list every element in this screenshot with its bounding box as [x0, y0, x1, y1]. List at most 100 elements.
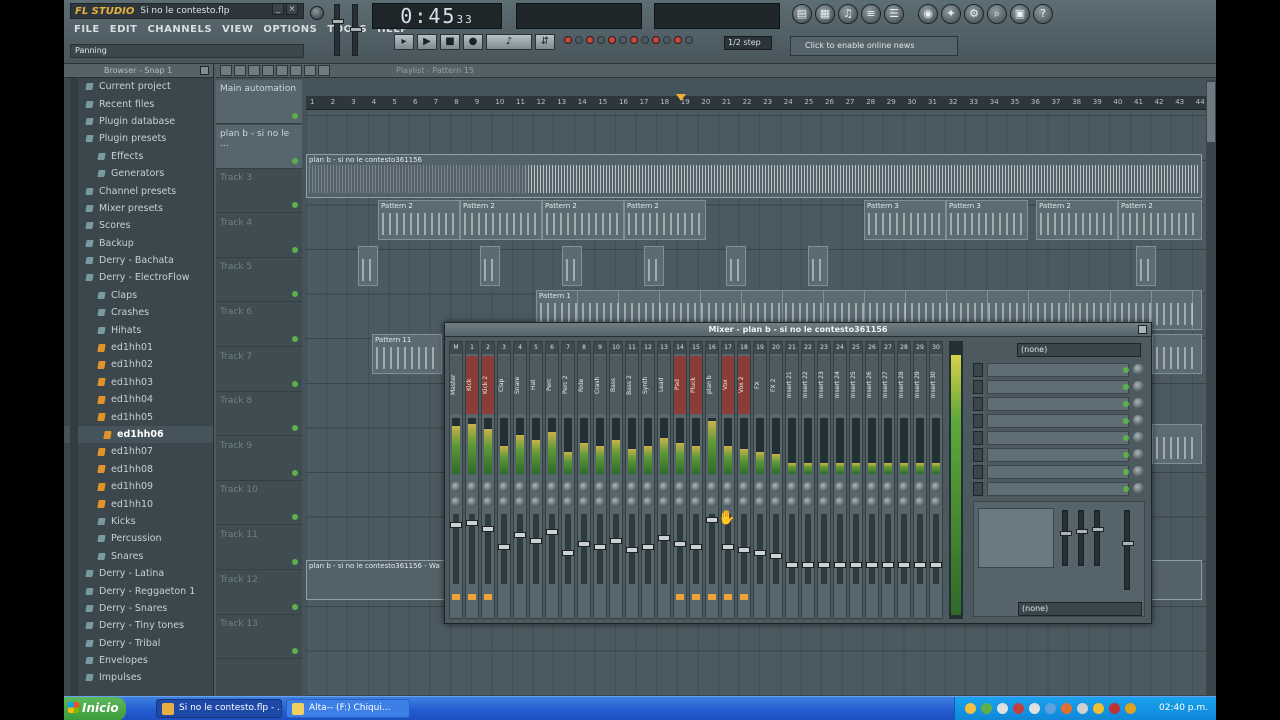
effect-slot-5[interactable]: [973, 431, 1145, 445]
tray-icon-9[interactable]: [1093, 703, 1104, 714]
route-button[interactable]: [740, 594, 748, 600]
eq-graph[interactable]: [978, 508, 1054, 568]
led-2[interactable]: [575, 36, 583, 44]
select-tool-icon[interactable]: [290, 65, 302, 76]
pan-knob[interactable]: [755, 482, 765, 492]
volume-fader[interactable]: [818, 514, 830, 584]
volume-fader[interactable]: [626, 514, 638, 584]
volume-fader[interactable]: [834, 514, 846, 584]
pan-knob[interactable]: [931, 482, 941, 492]
mixer-strip[interactable]: 9 Crash: [593, 341, 607, 619]
track-mute-led[interactable]: [292, 336, 298, 342]
mixer-strip[interactable]: 5 Hat: [529, 341, 543, 619]
mixer-strip[interactable]: 8 Ride: [577, 341, 591, 619]
volume-fader[interactable]: [786, 514, 798, 584]
stereo-knob[interactable]: [467, 497, 477, 507]
browser-file-item[interactable]: ed1hh02: [64, 356, 213, 373]
led-5[interactable]: [608, 36, 616, 44]
track-header[interactable]: Track 7: [216, 348, 302, 392]
stereo-knob[interactable]: [579, 497, 589, 507]
browser-folder-item[interactable]: Derry - Latina: [64, 565, 213, 582]
browser-folder-item[interactable]: Channel presets: [64, 182, 213, 199]
route-button[interactable]: [724, 594, 732, 600]
pattern-clip[interactable]: Pattern 3: [864, 200, 946, 240]
mixer-strip[interactable]: 13 Lead: [657, 341, 671, 619]
volume-fader[interactable]: [802, 514, 814, 584]
browser-folder-item[interactable]: Scores: [64, 217, 213, 234]
track-mute-led[interactable]: [292, 514, 298, 521]
stereo-knob[interactable]: [931, 497, 941, 507]
mixer-strip[interactable]: 14 Pad: [673, 341, 687, 619]
effect-slot-3[interactable]: [973, 397, 1145, 411]
volume-fader[interactable]: [466, 514, 478, 584]
stereo-knob[interactable]: [755, 497, 765, 507]
browser-folder-item[interactable]: Current project: [64, 78, 213, 95]
mixer-strip[interactable]: 7 Perc 2: [561, 341, 575, 619]
browser-folder-item[interactable]: Effects: [64, 148, 213, 165]
playlist-ruler[interactable]: 1 2 3 4 5 6 7 8 9 10 11 12 13 14 15 16 17 18 19 20 21 22 23 24 2…: [306, 96, 1212, 110]
stereo-knob[interactable]: [739, 497, 749, 507]
volume-fader[interactable]: [530, 514, 542, 584]
track-header[interactable]: Track 13: [216, 615, 302, 660]
pan-knob[interactable]: [771, 482, 781, 492]
pan-knob[interactable]: [707, 482, 717, 492]
track-header[interactable]: plan b - si no le ...: [216, 124, 302, 169]
pan-knob[interactable]: [867, 482, 877, 492]
track-header[interactable]: Track 9: [216, 437, 302, 481]
volume-fader[interactable]: [674, 514, 686, 584]
mixer-strip[interactable]: 30 Insert 30: [929, 341, 943, 619]
mixer-titlebar[interactable]: Mixer - plan b - si no le contesto361156: [445, 323, 1151, 337]
browser-icon[interactable]: ≡: [861, 4, 881, 24]
stereo-knob[interactable]: [803, 497, 813, 507]
pan-knob[interactable]: [563, 482, 573, 492]
pan-knob[interactable]: [611, 482, 621, 492]
volume-fader[interactable]: [546, 514, 558, 584]
mixer-strip[interactable]: 22 Insert 22: [801, 341, 815, 619]
help-icon[interactable]: ?: [1033, 4, 1053, 24]
volume-fader[interactable]: [450, 514, 462, 584]
browser-scrollbar[interactable]: [70, 78, 78, 696]
volume-fader[interactable]: [754, 514, 766, 584]
taskbar-item-fl-studio[interactable]: Si no le contesto.flp - ...: [156, 699, 282, 718]
browser-folder-item[interactable]: Derry - Snares: [64, 600, 213, 617]
eq-band-low[interactable]: [1060, 510, 1072, 566]
browser-folder-item[interactable]: Hihats: [64, 321, 213, 338]
stereo-knob[interactable]: [547, 497, 557, 507]
playlist-vertical-scrollbar[interactable]: [1206, 80, 1216, 696]
led-4[interactable]: [597, 36, 605, 44]
pattern-clip[interactable]: [726, 246, 746, 286]
menu-file[interactable]: FILE: [72, 24, 102, 35]
taskbar-clock[interactable]: 02:40 p.m.: [1159, 703, 1208, 713]
pan-knob[interactable]: [787, 482, 797, 492]
send-slider[interactable]: [1122, 510, 1134, 590]
browser-folder-item[interactable]: Envelopes: [64, 652, 213, 669]
playlist-titlebar[interactable]: Playlist - Pattern 15: [216, 64, 1216, 78]
track-mute-led[interactable]: [292, 648, 298, 655]
pan-knob[interactable]: [483, 482, 493, 492]
volume-fader[interactable]: [882, 514, 894, 584]
browser-file-item[interactable]: ed1hh08: [64, 461, 213, 478]
tray-icon-7[interactable]: [1061, 703, 1072, 714]
browser-folder-item[interactable]: Percussion: [64, 530, 213, 547]
browser-file-item[interactable]: ed1hh05: [64, 408, 213, 425]
stereo-knob[interactable]: [531, 497, 541, 507]
pattern-clip[interactable]: [1152, 424, 1202, 464]
volume-fader[interactable]: [690, 514, 702, 584]
browser-file-item[interactable]: ed1hh04: [64, 391, 213, 408]
route-button[interactable]: [676, 594, 684, 600]
pan-knob[interactable]: [643, 482, 653, 492]
track-mute-led[interactable]: [292, 425, 298, 432]
led-7[interactable]: [630, 36, 638, 44]
track-mute-led[interactable]: [292, 157, 298, 164]
mixer-strip[interactable]: 16 plan b: [705, 341, 719, 619]
browser-folder-item[interactable]: Derry - Bachata: [64, 252, 213, 269]
stereo-knob[interactable]: [851, 497, 861, 507]
stereo-knob[interactable]: [515, 497, 525, 507]
volume-fader[interactable]: [514, 514, 526, 584]
pan-knob[interactable]: [515, 482, 525, 492]
eq-band-mid[interactable]: [1076, 510, 1088, 566]
volume-fader[interactable]: [850, 514, 862, 584]
volume-fader[interactable]: [930, 514, 942, 584]
record-button[interactable]: ●: [463, 34, 483, 50]
zoom-tool-icon[interactable]: [304, 65, 316, 76]
